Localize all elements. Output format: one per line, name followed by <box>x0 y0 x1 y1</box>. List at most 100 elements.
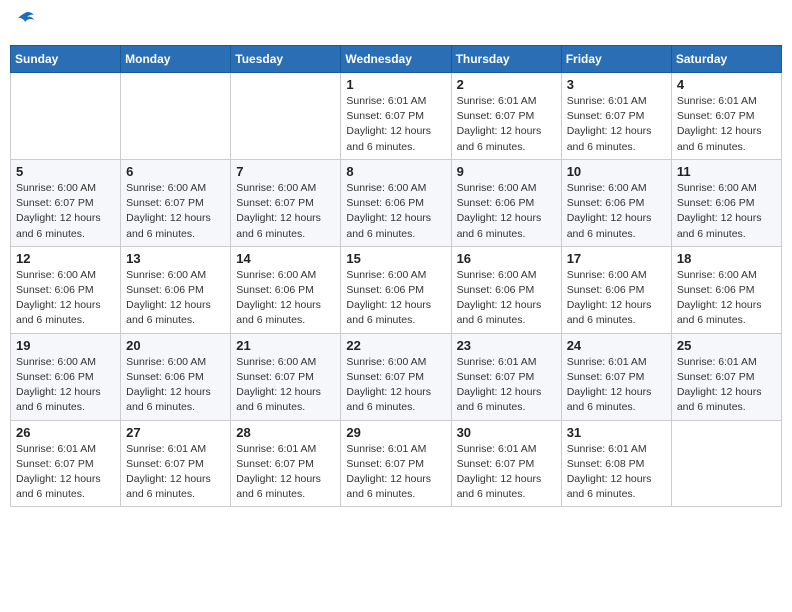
calendar-day-cell: 11 Sunrise: 6:00 AMSunset: 6:06 PMDayligh… <box>671 159 781 246</box>
day-detail: Sunrise: 6:00 AMSunset: 6:06 PMDaylight:… <box>567 268 666 329</box>
day-detail: Sunrise: 6:00 AMSunset: 6:06 PMDaylight:… <box>346 181 445 242</box>
day-detail: Sunrise: 6:00 AMSunset: 6:07 PMDaylight:… <box>236 181 335 242</box>
day-of-week-header: Tuesday <box>231 46 341 73</box>
calendar-day-cell: 2 Sunrise: 6:01 AMSunset: 6:07 PMDaylight… <box>451 73 561 160</box>
calendar-day-cell: 28 Sunrise: 6:01 AMSunset: 6:07 PMDayligh… <box>231 420 341 507</box>
calendar-day-cell: 24 Sunrise: 6:01 AMSunset: 6:07 PMDayligh… <box>561 333 671 420</box>
calendar-day-cell: 23Sunrise: 6:01 AMSunset: 6:07 PMDayligh… <box>451 333 561 420</box>
day-detail: Sunrise: 6:01 AMSunset: 6:07 PMDaylight:… <box>346 94 445 155</box>
calendar-day-cell: 7 Sunrise: 6:00 AMSunset: 6:07 PMDaylight… <box>231 159 341 246</box>
calendar-day-cell: 22Sunrise: 6:00 AMSunset: 6:07 PMDayligh… <box>341 333 451 420</box>
calendar-day-cell: 1 Sunrise: 6:01 AMSunset: 6:07 PMDaylight… <box>341 73 451 160</box>
day-detail: Sunrise: 6:00 AMSunset: 6:06 PMDaylight:… <box>457 181 556 242</box>
day-detail: Sunrise: 6:00 AMSunset: 6:07 PMDaylight:… <box>16 181 115 242</box>
day-number: 23 <box>457 338 556 353</box>
calendar-day-cell: 8 Sunrise: 6:00 AMSunset: 6:06 PMDaylight… <box>341 159 451 246</box>
calendar-day-cell: 20Sunrise: 6:00 AMSunset: 6:06 PMDayligh… <box>121 333 231 420</box>
calendar-day-cell: 3Sunrise: 6:01 AMSunset: 6:07 PMDaylight… <box>561 73 671 160</box>
calendar-day-cell: 21 Sunrise: 6:00 AMSunset: 6:07 PMDayligh… <box>231 333 341 420</box>
day-number: 2 <box>457 77 556 92</box>
day-detail: Sunrise: 6:00 AMSunset: 6:07 PMDaylight:… <box>236 355 335 416</box>
day-number: 4 <box>677 77 776 92</box>
day-number: 11 <box>677 164 776 179</box>
day-number: 19 <box>16 338 115 353</box>
calendar-day-cell: 19 Sunrise: 6:00 AMSunset: 6:06 PMDayligh… <box>11 333 121 420</box>
day-number: 30 <box>457 425 556 440</box>
calendar-day-cell: 5 Sunrise: 6:00 AMSunset: 6:07 PMDaylight… <box>11 159 121 246</box>
day-number: 16 <box>457 251 556 266</box>
day-detail: Sunrise: 6:01 AMSunset: 6:08 PMDaylight:… <box>567 442 666 503</box>
day-of-week-header: Friday <box>561 46 671 73</box>
day-detail: Sunrise: 6:00 AMSunset: 6:06 PMDaylight:… <box>236 268 335 329</box>
day-detail: Sunrise: 6:01 AMSunset: 6:07 PMDaylight:… <box>567 355 666 416</box>
day-detail: Sunrise: 6:00 AMSunset: 6:06 PMDaylight:… <box>16 268 115 329</box>
calendar-day-cell: 6Sunrise: 6:00 AMSunset: 6:07 PMDaylight… <box>121 159 231 246</box>
day-detail: Sunrise: 6:00 AMSunset: 6:06 PMDaylight:… <box>567 181 666 242</box>
day-detail: Sunrise: 6:00 AMSunset: 6:06 PMDaylight:… <box>457 268 556 329</box>
day-of-week-header: Sunday <box>11 46 121 73</box>
day-number: 26 <box>16 425 115 440</box>
calendar-day-cell: 13Sunrise: 6:00 AMSunset: 6:06 PMDayligh… <box>121 246 231 333</box>
day-number: 7 <box>236 164 335 179</box>
calendar-day-cell: 12 Sunrise: 6:00 AMSunset: 6:06 PMDayligh… <box>11 246 121 333</box>
day-detail: Sunrise: 6:00 AMSunset: 6:06 PMDaylight:… <box>346 268 445 329</box>
calendar-day-cell <box>11 73 121 160</box>
day-number: 21 <box>236 338 335 353</box>
calendar-day-cell: 15 Sunrise: 6:00 AMSunset: 6:06 PMDayligh… <box>341 246 451 333</box>
day-detail: Sunrise: 6:01 AMSunset: 6:07 PMDaylight:… <box>16 442 115 503</box>
calendar-day-cell: 27 Sunrise: 6:01 AMSunset: 6:07 PMDayligh… <box>121 420 231 507</box>
calendar-day-cell: 10 Sunrise: 6:00 AMSunset: 6:06 PMDayligh… <box>561 159 671 246</box>
calendar-week-row: 19 Sunrise: 6:00 AMSunset: 6:06 PMDayligh… <box>11 333 782 420</box>
calendar-day-cell: 18 Sunrise: 6:00 AMSunset: 6:06 PMDayligh… <box>671 246 781 333</box>
day-detail: Sunrise: 6:00 AMSunset: 6:06 PMDaylight:… <box>16 355 115 416</box>
calendar-week-row: 26 Sunrise: 6:01 AMSunset: 6:07 PMDayligh… <box>11 420 782 507</box>
day-detail: Sunrise: 6:01 AMSunset: 6:07 PMDaylight:… <box>457 94 556 155</box>
calendar-day-cell: 9 Sunrise: 6:00 AMSunset: 6:06 PMDaylight… <box>451 159 561 246</box>
day-detail: Sunrise: 6:01 AMSunset: 6:07 PMDaylight:… <box>567 94 666 155</box>
calendar-day-cell: 4 Sunrise: 6:01 AMSunset: 6:07 PMDaylight… <box>671 73 781 160</box>
calendar-day-cell: 30 Sunrise: 6:01 AMSunset: 6:07 PMDayligh… <box>451 420 561 507</box>
logo-text <box>14 10 36 37</box>
day-of-week-header: Monday <box>121 46 231 73</box>
day-number: 27 <box>126 425 225 440</box>
day-detail: Sunrise: 6:01 AMSunset: 6:07 PMDaylight:… <box>236 442 335 503</box>
calendar-day-cell <box>121 73 231 160</box>
day-detail: Sunrise: 6:01 AMSunset: 6:07 PMDaylight:… <box>346 442 445 503</box>
day-detail: Sunrise: 6:00 AMSunset: 6:07 PMDaylight:… <box>126 181 225 242</box>
day-number: 28 <box>236 425 335 440</box>
day-number: 25 <box>677 338 776 353</box>
day-number: 5 <box>16 164 115 179</box>
calendar-day-cell: 26 Sunrise: 6:01 AMSunset: 6:07 PMDayligh… <box>11 420 121 507</box>
day-number: 17 <box>567 251 666 266</box>
day-number: 15 <box>346 251 445 266</box>
calendar-table: SundayMondayTuesdayWednesdayThursdayFrid… <box>10 45 782 507</box>
day-number: 18 <box>677 251 776 266</box>
day-of-week-header: Saturday <box>671 46 781 73</box>
day-of-week-header: Thursday <box>451 46 561 73</box>
day-number: 12 <box>16 251 115 266</box>
day-number: 8 <box>346 164 445 179</box>
day-number: 22 <box>346 338 445 353</box>
day-detail: Sunrise: 6:01 AMSunset: 6:07 PMDaylight:… <box>677 94 776 155</box>
day-number: 31 <box>567 425 666 440</box>
calendar-day-cell <box>231 73 341 160</box>
day-detail: Sunrise: 6:01 AMSunset: 6:07 PMDaylight:… <box>126 442 225 503</box>
calendar-day-cell: 29Sunrise: 6:01 AMSunset: 6:07 PMDayligh… <box>341 420 451 507</box>
calendar-week-row: 1 Sunrise: 6:01 AMSunset: 6:07 PMDaylight… <box>11 73 782 160</box>
calendar-day-cell: 25 Sunrise: 6:01 AMSunset: 6:07 PMDayligh… <box>671 333 781 420</box>
day-detail: Sunrise: 6:00 AMSunset: 6:06 PMDaylight:… <box>126 268 225 329</box>
day-number: 24 <box>567 338 666 353</box>
day-of-week-header: Wednesday <box>341 46 451 73</box>
calendar-day-cell: 31 Sunrise: 6:01 AMSunset: 6:08 PMDayligh… <box>561 420 671 507</box>
day-number: 20 <box>126 338 225 353</box>
day-detail: Sunrise: 6:00 AMSunset: 6:06 PMDaylight:… <box>677 268 776 329</box>
day-number: 1 <box>346 77 445 92</box>
day-number: 10 <box>567 164 666 179</box>
day-number: 14 <box>236 251 335 266</box>
calendar-day-cell: 17 Sunrise: 6:00 AMSunset: 6:06 PMDayligh… <box>561 246 671 333</box>
day-detail: Sunrise: 6:01 AMSunset: 6:07 PMDaylight:… <box>457 442 556 503</box>
day-number: 9 <box>457 164 556 179</box>
day-detail: Sunrise: 6:00 AMSunset: 6:06 PMDaylight:… <box>677 181 776 242</box>
day-detail: Sunrise: 6:01 AMSunset: 6:07 PMDaylight:… <box>677 355 776 416</box>
calendar-day-cell: 14 Sunrise: 6:00 AMSunset: 6:06 PMDayligh… <box>231 246 341 333</box>
